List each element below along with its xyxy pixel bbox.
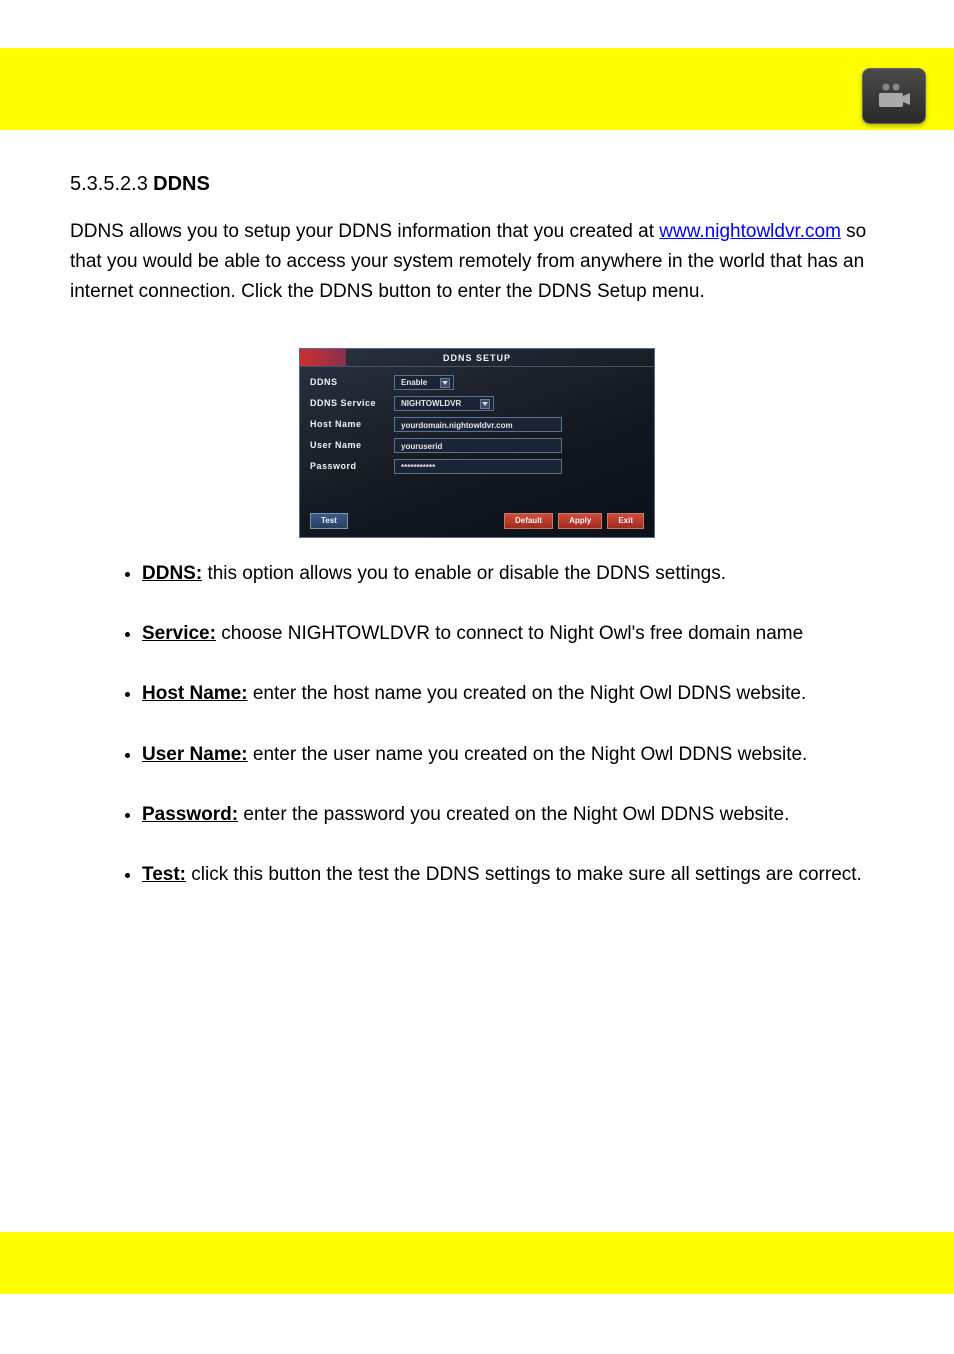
- field-name: Test:: [142, 864, 186, 885]
- section-number: 5.3.5.2.3: [70, 173, 148, 195]
- field-descriptions: DDNS: this option allows you to enable o…: [70, 558, 884, 892]
- field-desc: click this button the test the DDNS sett…: [186, 864, 862, 885]
- ddns-service-select[interactable]: NIGHTOWLDVR: [394, 396, 494, 411]
- host-name-label: Host Name: [310, 418, 394, 431]
- user-name-label: User Name: [310, 439, 394, 452]
- apply-button[interactable]: Apply: [558, 513, 602, 529]
- ddns-enable-select[interactable]: Enable: [394, 375, 454, 390]
- intro-paragraph: DDNS allows you to setup your DDNS infor…: [70, 217, 884, 308]
- footer-band: [0, 1232, 954, 1294]
- field-desc: enter the password you created on the Ni…: [238, 804, 789, 825]
- ddns-link[interactable]: www.nightowldvr.com: [659, 221, 841, 242]
- field-name: DDNS:: [142, 563, 202, 584]
- section-title: DDNS: [153, 173, 210, 195]
- list-item: Password: enter the password you created…: [142, 799, 884, 831]
- ddns-window-title: DDNS SETUP: [300, 349, 654, 365]
- chevron-down-icon: [440, 378, 450, 388]
- field-desc: enter the host name you created on the N…: [248, 683, 807, 704]
- camera-icon: [862, 68, 926, 124]
- ddns-field-label: DDNS: [310, 376, 394, 389]
- ddns-screenshot: DDNS SETUP DDNS Enable DDNS Service NIGH…: [70, 348, 884, 538]
- password-label: Password: [310, 460, 394, 473]
- list-item: Test: click this button the test the DDN…: [142, 859, 884, 891]
- test-button[interactable]: Test: [310, 513, 348, 529]
- list-item: Service: choose NIGHTOWLDVR to connect t…: [142, 618, 884, 650]
- user-name-input[interactable]: youruserid: [394, 438, 562, 453]
- exit-button[interactable]: Exit: [607, 513, 644, 529]
- field-desc: this option allows you to enable or disa…: [202, 563, 726, 584]
- default-button[interactable]: Default: [504, 513, 553, 529]
- field-name: Service:: [142, 623, 216, 644]
- section-heading: 5.3.5.2.3 DDNS: [70, 170, 884, 199]
- password-input[interactable]: ***********: [394, 459, 562, 474]
- field-name: Password:: [142, 804, 238, 825]
- field-name: User Name:: [142, 744, 248, 765]
- chevron-down-icon: [480, 399, 490, 409]
- ddns-service-label: DDNS Service: [310, 397, 394, 410]
- list-item: DDNS: this option allows you to enable o…: [142, 558, 884, 590]
- list-item: Host Name: enter the host name you creat…: [142, 678, 884, 710]
- header-band: [0, 48, 954, 130]
- field-name: Host Name:: [142, 683, 248, 704]
- field-desc: choose NIGHTOWLDVR to connect to Night O…: [216, 623, 803, 644]
- list-item: User Name: enter the user name you creat…: [142, 739, 884, 771]
- intro-text-before: DDNS allows you to setup your DDNS infor…: [70, 221, 659, 242]
- field-desc: enter the user name you created on the N…: [248, 744, 808, 765]
- host-name-input[interactable]: yourdomain.nightowldvr.com: [394, 417, 562, 432]
